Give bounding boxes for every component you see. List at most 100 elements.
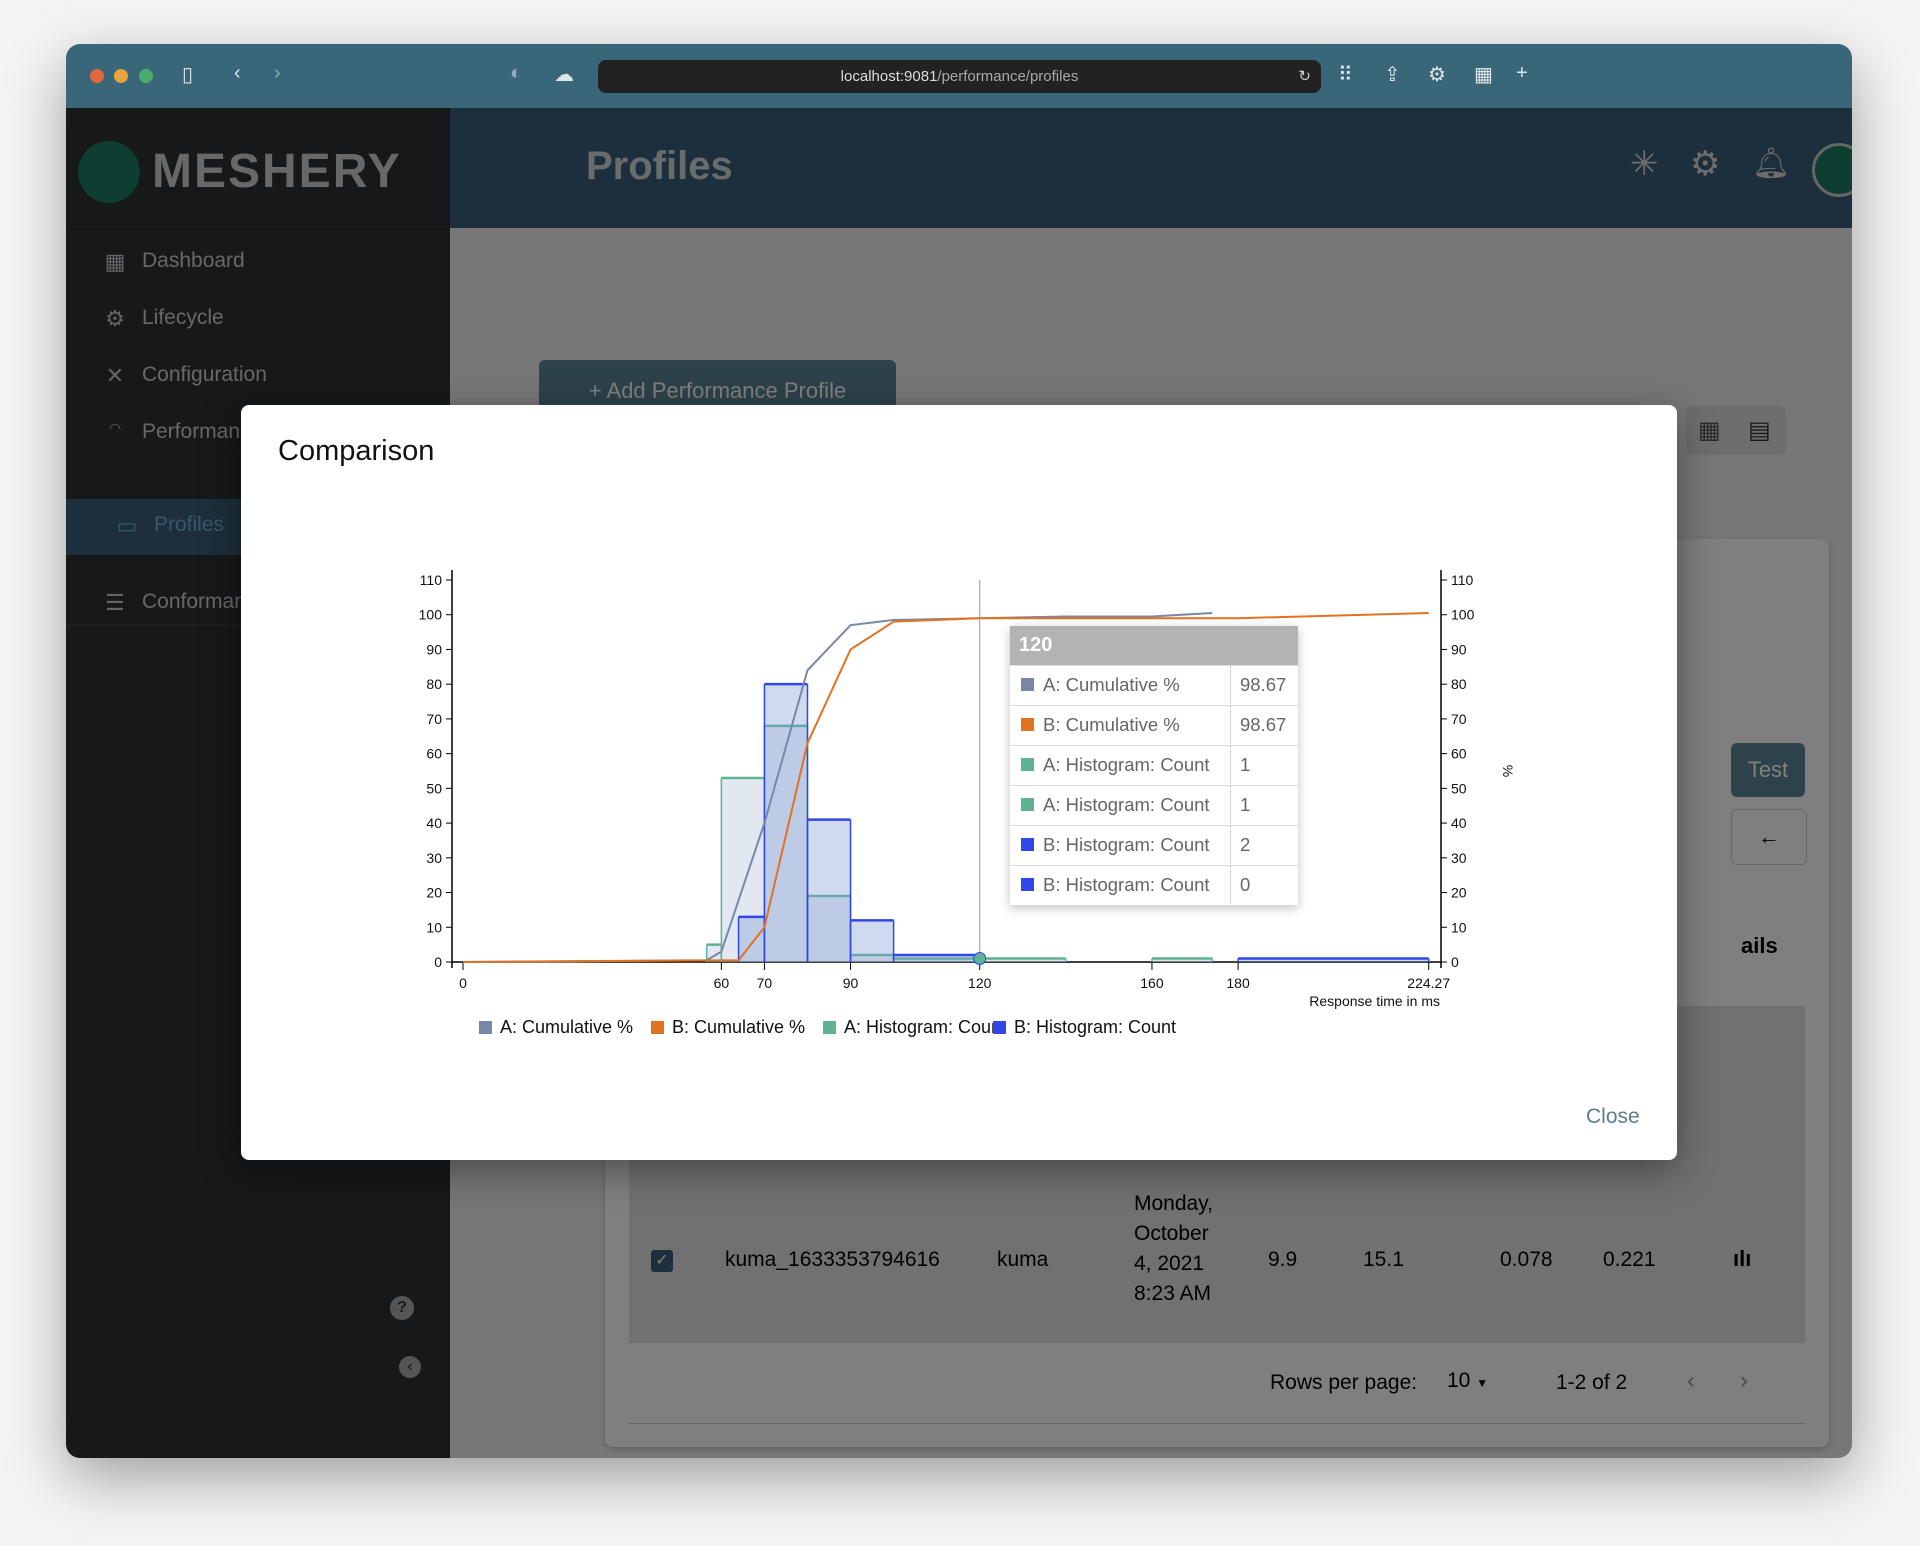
tooltip-series-name: A: Cumulative % [1043,674,1180,695]
maximize-window-button[interactable] [139,69,153,83]
row-checkbox[interactable]: ✓ [651,1250,673,1272]
tooltip-row: A: Cumulative % 98.67 [1010,665,1298,705]
chart-tooltip: 120 A: Cumulative % 98.67 B: Cumulative % 9… [1010,626,1298,905]
tooltip-row: B: Histogram: Count 0 [1010,865,1298,905]
dashboard-icon: ▦ [104,249,126,274]
y-tick-label-right: 20 [1451,885,1467,901]
date-line: October [1134,1222,1209,1245]
y-tick-label-left: 50 [426,780,442,796]
url-bar[interactable]: localhost:9081/performance/profiles ↻ [598,60,1321,93]
tooltip-row: A: Histogram: Count 1 [1010,745,1298,785]
shield-icon[interactable]: ◐ [510,62,522,85]
prev-page-icon[interactable]: ‹ [1687,1367,1695,1395]
y-tick-label-left: 100 [419,607,443,623]
x-tick-label: 224.27 [1407,975,1450,991]
legend-item[interactable]: B: Histogram: Count [993,1017,1176,1038]
close-button[interactable]: Close [1586,1105,1640,1129]
legend-label: B: Histogram: Count [1014,1017,1177,1037]
sidebar-item-lifecycle[interactable]: ⚙ Lifecycle [66,292,450,348]
y-tick-label-left: 90 [426,641,442,657]
back-arrow-icon[interactable]: ← [1731,809,1807,865]
table-view-icon[interactable]: ▤ [1748,416,1771,445]
x-tick-label: 180 [1226,975,1250,991]
avatar[interactable] [1812,143,1852,197]
cell-value: 9.9 [1268,1248,1298,1271]
date-line: 8:23 AM [1134,1282,1212,1305]
cell-value: 0.078 [1500,1248,1553,1271]
y-tick-label-left: 10 [426,919,442,935]
y-tick-label-left: 80 [426,676,442,692]
y-tick-label-right: 70 [1451,711,1467,727]
reload-icon[interactable]: ↻ [1298,60,1311,93]
url-path: /performance/profiles [937,68,1079,85]
y-tick-label-left: 30 [426,850,442,866]
minimize-window-button[interactable] [114,69,128,83]
legend-swatch [823,1021,836,1034]
settings-icon[interactable]: ⚙ [1428,62,1446,87]
cloud-icon[interactable]: ☁ [554,62,574,87]
tooltip-series-value: 1 [1230,746,1250,784]
tooltip-row: B: Cumulative % 98.67 [1010,705,1298,745]
profile-mesh: kuma [997,1248,1049,1271]
help-icon[interactable]: ? [390,1296,414,1320]
x-axis-label: Response time in ms [1309,993,1440,1009]
notification-bell-icon[interactable]: 🔔︎ [1752,146,1790,181]
new-tab-icon[interactable]: + [1516,62,1528,85]
cell-value: 15.1 [1363,1248,1404,1271]
service-mesh-icon[interactable]: ✳ [1630,144,1659,184]
y-tick-label-left: 20 [426,885,442,901]
x-tick-label: 120 [968,975,992,991]
legend-item[interactable]: A: Cumulative % [479,1017,633,1038]
tooltip-series-value: 1 [1230,786,1250,824]
settings-gear-icon[interactable]: ⚙ [1690,144,1720,184]
meshery-logo-icon [78,141,140,203]
app-header: Profiles ✳ ⚙ 🔔︎ [450,108,1852,228]
tooltip-series-name: B: Cumulative % [1043,714,1180,735]
tools-icon: ✕ [105,363,125,388]
forward-icon[interactable]: › [274,62,281,85]
hover-point [973,952,987,966]
next-page-icon[interactable]: › [1740,1367,1748,1395]
url-host: localhost:9081 [840,68,938,85]
x-tick-label: 60 [714,975,730,991]
y-tick-label-right: 100 [1451,607,1475,623]
close-window-button[interactable] [90,69,104,83]
x-tick-label: 0 [459,975,467,991]
tooltip-series-value: 0 [1230,866,1250,904]
legend-item[interactable]: B: Cumulative % [651,1017,805,1038]
dropdown-arrow-icon: ▼ [1476,1376,1489,1390]
y-tick-label-left: 110 [420,572,443,588]
sidebar-toggle-icon[interactable]: ▯ [182,62,193,87]
series-swatch [1021,718,1034,731]
sidebar-item-configuration[interactable]: ✕ Configuration [66,349,450,405]
histogram-bar [764,684,808,962]
rows-per-page-select[interactable]: 10 ▼ [1447,1369,1488,1393]
test-button[interactable]: Test [1731,743,1805,797]
y-tick-label-right: 110 [1451,572,1474,588]
share-icon[interactable]: ⇪ [1384,62,1401,87]
page-title: Profiles [586,144,733,188]
y-tick-label-left: 40 [426,815,442,831]
y-tick-label-right: 0 [1451,954,1459,970]
legend-label: A: Cumulative % [500,1017,634,1037]
apps-grid-icon[interactable]: ⠿ [1338,62,1353,87]
grid-view-icon[interactable]: ▦ [1698,416,1721,445]
back-icon[interactable]: ‹ [234,62,241,85]
y-tick-label-left: 70 [426,711,442,727]
divider [66,228,450,230]
collapse-sidebar-icon[interactable]: ‹ [399,1356,421,1378]
legend-item[interactable]: A: Histogram: Count [823,1017,1006,1038]
legend-label: A: Histogram: Count [844,1017,1007,1037]
rows-per-page-value: 10 [1447,1369,1471,1392]
tabs-overview-icon[interactable]: ▦ [1474,62,1493,87]
legend-swatch [479,1021,492,1034]
tooltip-series-name: A: Histogram: Count [1043,754,1210,775]
y-tick-label-right: 30 [1451,850,1467,866]
series-swatch [1021,798,1034,811]
profiles-icon: ▭ [116,513,138,538]
view-toggle: ▦ ▤ [1686,406,1786,455]
sidebar-item-dashboard[interactable]: ▦ Dashboard [66,235,450,291]
tooltip-series-name: B: Histogram: Count [1043,834,1210,855]
tooltip-row: B: Histogram: Count 2 [1010,825,1298,865]
bar-chart-icon[interactable]: ılı [1733,1246,1751,1272]
